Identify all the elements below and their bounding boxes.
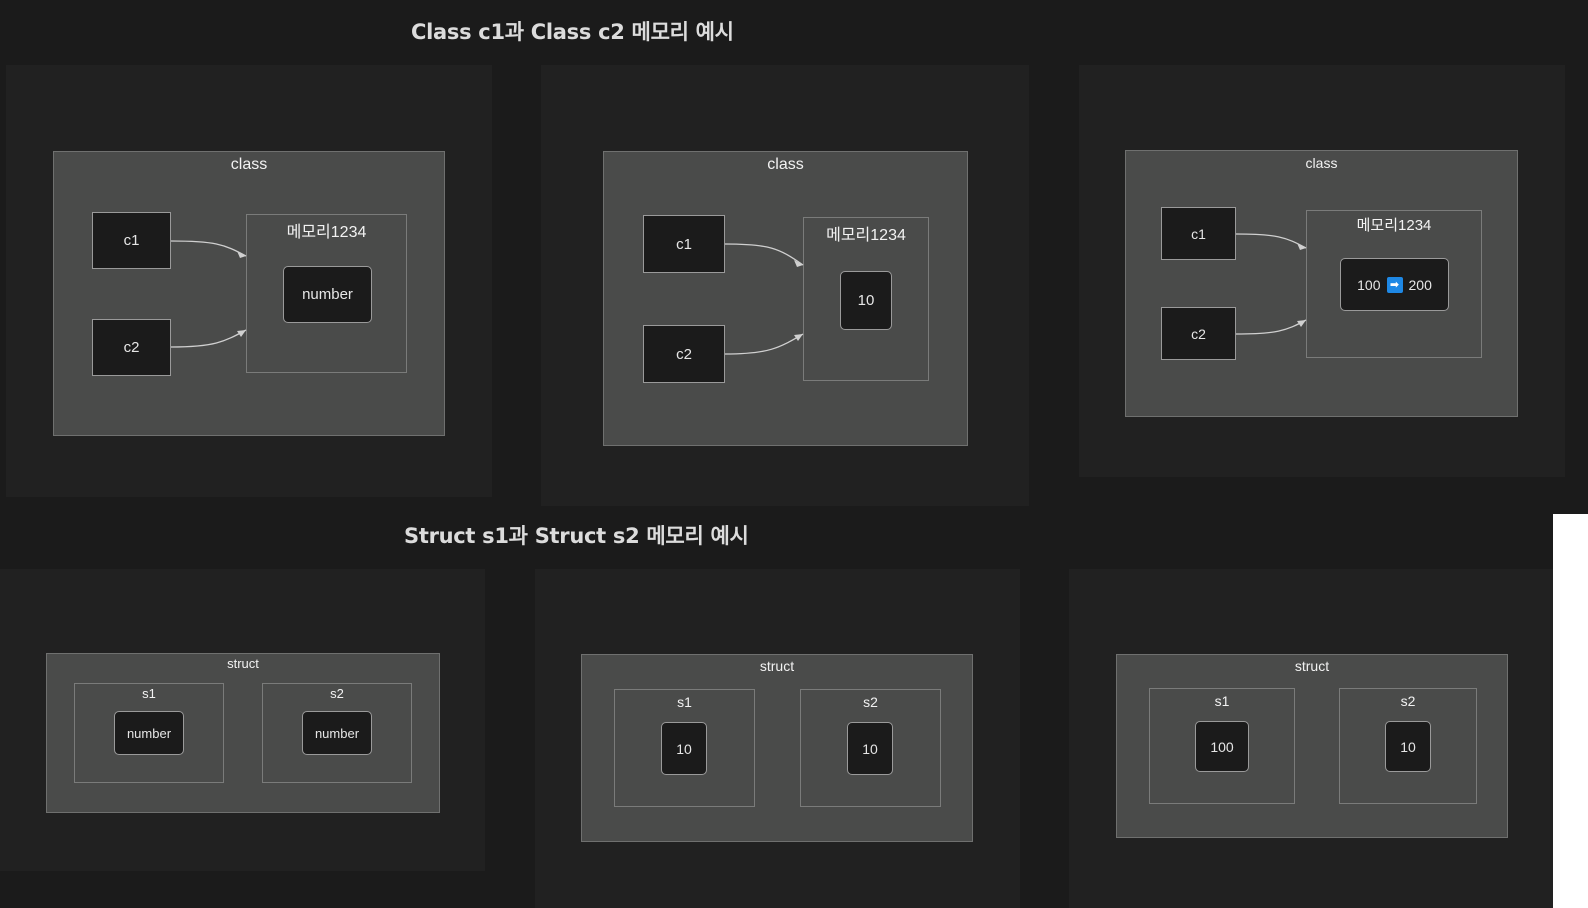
class-diagram-panel-3: class c1 c2 메모리1234 100 ➡ 200 [1079,65,1565,477]
class-group-box: class c1 c2 메모리1234 number [53,151,445,436]
struct-diagram-panel-3: struct s1 100 s2 10 [1069,569,1553,908]
struct-group-box: struct s1 10 s2 10 [581,654,973,842]
s2-box: s2 10 [1339,688,1477,804]
s1-value-node: 10 [661,722,707,775]
struct-diagram-panel-2: struct s1 10 s2 10 [535,569,1020,908]
c2-to-memory-edge [1235,319,1307,335]
c1-arrowhead [237,251,246,258]
s2-value-node: 10 [1385,721,1431,772]
reference-arrows [724,243,804,355]
class-group-box: class c1 c2 메모리1234 100 ➡ 200 [1125,150,1518,417]
blank-margin [1553,514,1588,908]
s2-label: s2 [330,686,344,701]
struct-diagram-panel-1: struct s1 number s2 number [0,569,485,871]
c2-to-memory-edge [170,329,247,348]
c1-arrowhead [1297,243,1306,250]
s1-value-node: 100 [1195,721,1249,772]
s1-value-node: number [114,711,184,755]
s1-label: s1 [677,694,692,710]
s2-box: s2 10 [800,689,941,807]
reference-arrows [1235,233,1307,335]
c1-to-memory-edge [170,240,247,257]
class-section-title: Class c1과 Class c2 메모리 예시 [411,20,734,44]
class-diagram-panel-1: class c1 c2 메모리1234 number [6,65,492,497]
c2-to-memory-edge [724,333,804,355]
s1-box: s1 100 [1149,688,1295,804]
s1-box: s1 number [74,683,224,783]
struct-section-title: Struct s1과 Struct s2 메모리 예시 [404,524,749,548]
s2-value-node: 10 [847,722,893,775]
s2-label: s2 [1400,693,1416,709]
class-diagram-panel-2: class c1 c2 메모리1234 10 [541,65,1029,506]
s2-box: s2 number [262,683,412,783]
struct-group-label: struct [227,656,259,671]
c1-to-memory-edge [1235,233,1307,249]
s2-label: s2 [863,694,878,710]
struct-group-label: struct [1294,658,1330,674]
class-group-box: class c1 c2 메모리1234 10 [603,151,968,446]
reference-arrows [170,240,247,348]
struct-group-label: struct [759,658,795,674]
struct-group-box: struct s1 100 s2 10 [1116,654,1508,838]
struct-group-box: struct s1 number s2 number [46,653,440,813]
s1-box: s1 10 [614,689,755,807]
c2-arrowhead [794,334,803,341]
s2-value-node: number [302,711,372,755]
c1-to-memory-edge [724,243,804,266]
s1-label: s1 [1214,693,1230,709]
s1-label: s1 [142,686,156,701]
